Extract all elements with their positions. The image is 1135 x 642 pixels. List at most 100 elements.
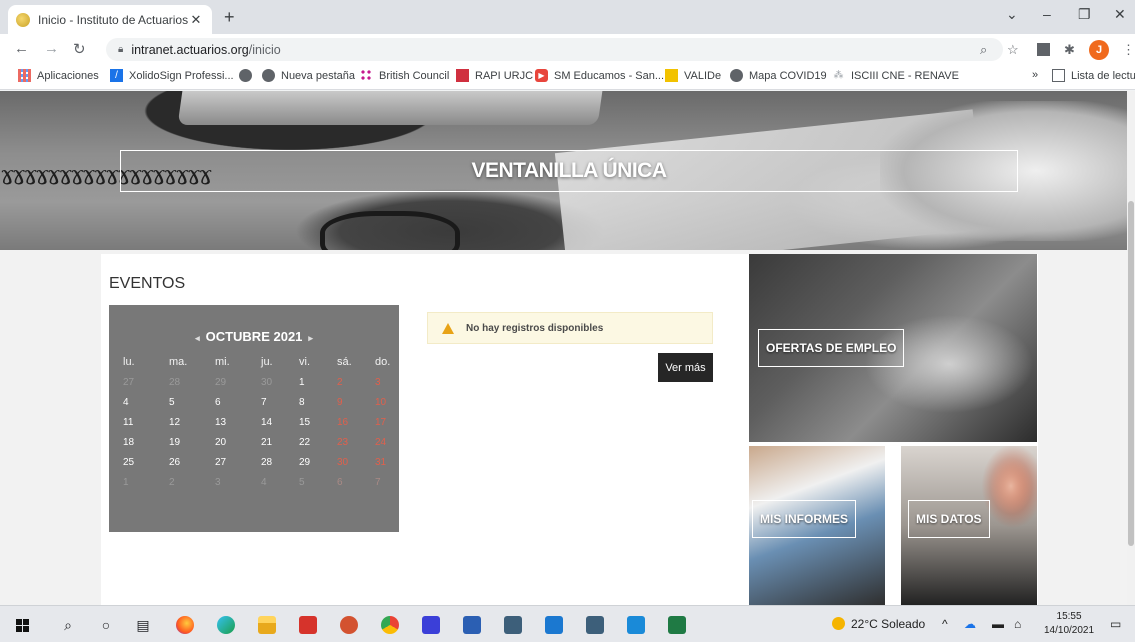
back-arrow-icon[interactable]: ← [14, 40, 29, 57]
music-app-icon[interactable] [421, 615, 441, 635]
zoom-icon[interactable]: ⌕ [980, 42, 987, 58]
previous-month-button[interactable]: ◂ [195, 333, 200, 343]
calendar-day[interactable]: 31 [365, 457, 403, 468]
browser-menu-icon[interactable]: ⋮ [1122, 42, 1135, 58]
word-icon[interactable] [462, 615, 482, 635]
chrome-icon[interactable] [380, 615, 400, 635]
calendar-day[interactable]: 26 [159, 457, 205, 468]
calendar-day[interactable]: 2 [159, 477, 205, 488]
calendar-day[interactable]: 28 [251, 457, 289, 468]
close-window-button[interactable]: ✕ [1114, 6, 1126, 23]
file-explorer-icon[interactable] [257, 615, 277, 635]
bookmark-british-council[interactable]: British Council [360, 69, 449, 82]
profile-avatar[interactable]: J [1089, 40, 1109, 60]
taskbar-clock[interactable]: 15:55 14/10/2021 [1044, 610, 1094, 638]
restore-button[interactable]: ❐ [1078, 6, 1091, 23]
bookmark-valide[interactable]: VALIDe [665, 69, 721, 82]
calendar-day[interactable]: 29 [289, 457, 327, 468]
new-tab-button[interactable]: + [224, 7, 235, 28]
extensions-puzzle-icon[interactable]: ✱ [1064, 42, 1075, 58]
calendar-day[interactable]: 25 [113, 457, 159, 468]
network-icon[interactable]: ⌂ [1014, 617, 1021, 631]
calendar-day[interactable]: 2 [327, 377, 365, 388]
onedrive-icon[interactable]: ☁ [964, 617, 976, 631]
calendar-day[interactable]: 14 [251, 417, 289, 428]
calendar-day[interactable]: 7 [365, 477, 403, 488]
calendar-day[interactable]: 5 [289, 477, 327, 488]
calendar-day[interactable]: 21 [251, 437, 289, 448]
bookmark-isciii[interactable]: ⁂ ISCIII CNE - RENAVE [832, 69, 959, 82]
bookmark-apps[interactable]: Aplicaciones [18, 69, 99, 82]
app-icon[interactable] [503, 615, 523, 635]
calendar-day[interactable]: 15 [289, 417, 327, 428]
battery-icon[interactable]: ▬ [992, 617, 1004, 631]
ver-mas-button[interactable]: Ver más [658, 353, 713, 382]
calendar-day[interactable]: 16 [327, 417, 365, 428]
extension-icon[interactable] [1037, 43, 1050, 56]
bookmark-globe[interactable] [239, 69, 258, 82]
calendar-day[interactable]: 29 [205, 377, 251, 388]
firefox-icon[interactable] [175, 615, 195, 635]
calendar-day[interactable]: 8 [289, 397, 327, 408]
reading-list-button[interactable]: Lista de lectura [1052, 69, 1135, 82]
calendar-day[interactable]: 17 [365, 417, 403, 428]
reload-icon[interactable]: ↻ [73, 40, 86, 58]
bookmark-new-tab[interactable]: Nueva pestaña [262, 69, 355, 82]
bookmark-xolidosign[interactable]: / XolidoSign Professi... [110, 69, 234, 82]
calendar-day[interactable]: 22 [289, 437, 327, 448]
calendar-day[interactable]: 7 [251, 397, 289, 408]
calendar-day[interactable]: 4 [113, 397, 159, 408]
bookmark-mapa-covid[interactable]: Mapa COVID19 [730, 69, 827, 82]
calendar-day[interactable]: 10 [365, 397, 403, 408]
calendar-day[interactable]: 27 [113, 377, 159, 388]
calendar-day[interactable]: 23 [327, 437, 365, 448]
calendar-day[interactable]: 6 [205, 397, 251, 408]
calendar-day[interactable]: 27 [205, 457, 251, 468]
notifications-icon[interactable]: ▭ [1110, 617, 1121, 631]
calendar-day[interactable]: 12 [159, 417, 205, 428]
outlook-icon[interactable] [544, 615, 564, 635]
app-icon[interactable] [585, 615, 605, 635]
tile-label-datos[interactable]: MIS DATOS [908, 500, 990, 538]
media-player-icon[interactable] [626, 615, 646, 635]
calendar-day[interactable]: 5 [159, 397, 205, 408]
edge-icon[interactable] [216, 615, 236, 635]
calendar-day[interactable]: 30 [327, 457, 365, 468]
excel-icon[interactable] [667, 615, 687, 635]
calendar-day[interactable]: 18 [113, 437, 159, 448]
acrobat-icon[interactable] [298, 615, 318, 635]
bookmark-star-icon[interactable]: ☆ [1007, 42, 1019, 58]
minimize-button[interactable]: – [1043, 6, 1051, 22]
calendar-day[interactable]: 6 [327, 477, 365, 488]
search-icon[interactable]: ⌕ [58, 615, 78, 635]
calendar-day[interactable]: 28 [159, 377, 205, 388]
bookmarks-overflow-button[interactable]: » [1032, 69, 1038, 81]
scrollbar-thumb[interactable] [1128, 201, 1134, 546]
bookmark-rapi-urjc[interactable]: RAPI URJC [456, 69, 533, 82]
calendar-day[interactable]: 3 [205, 477, 251, 488]
calendar-day[interactable]: 9 [327, 397, 365, 408]
tab-close-icon[interactable]: ✕ [188, 12, 204, 28]
windows-start-icon[interactable] [12, 615, 32, 635]
tile-label-ofertas[interactable]: OFERTAS DE EMPLEO [758, 329, 905, 367]
calendar-day[interactable]: 19 [159, 437, 205, 448]
tile-mis-informes[interactable]: MIS INFORMES [749, 446, 885, 605]
next-month-button[interactable]: ▸ [308, 333, 313, 343]
address-bar[interactable]: 🔒︎ intranet.actuarios.org/inicio [106, 38, 1003, 61]
tile-ofertas-empleo[interactable]: OFERTAS DE EMPLEO [749, 254, 1037, 442]
calendar-day[interactable]: 24 [365, 437, 403, 448]
bookmark-sm-educamos[interactable]: ▶ SM Educamos - San... [535, 69, 664, 82]
weather-widget[interactable]: 22°C Soleado [832, 617, 925, 631]
calendar-day[interactable]: 3 [365, 377, 403, 388]
calendar-day[interactable]: 1 [289, 377, 327, 388]
calendar-day[interactable]: 13 [205, 417, 251, 428]
page-scrollbar[interactable] [1127, 91, 1135, 605]
tile-mis-datos[interactable]: MIS DATOS [901, 446, 1037, 605]
task-view-icon[interactable]: ▤ [133, 615, 153, 635]
calendar-day[interactable]: 1 [113, 477, 159, 488]
cortana-icon[interactable]: ○ [96, 615, 116, 635]
tile-label-informes[interactable]: MIS INFORMES [752, 500, 857, 538]
tab-search-dropdown-icon[interactable]: ⌄ [1006, 6, 1018, 23]
calendar-day[interactable]: 4 [251, 477, 289, 488]
calendar-day[interactable]: 20 [205, 437, 251, 448]
